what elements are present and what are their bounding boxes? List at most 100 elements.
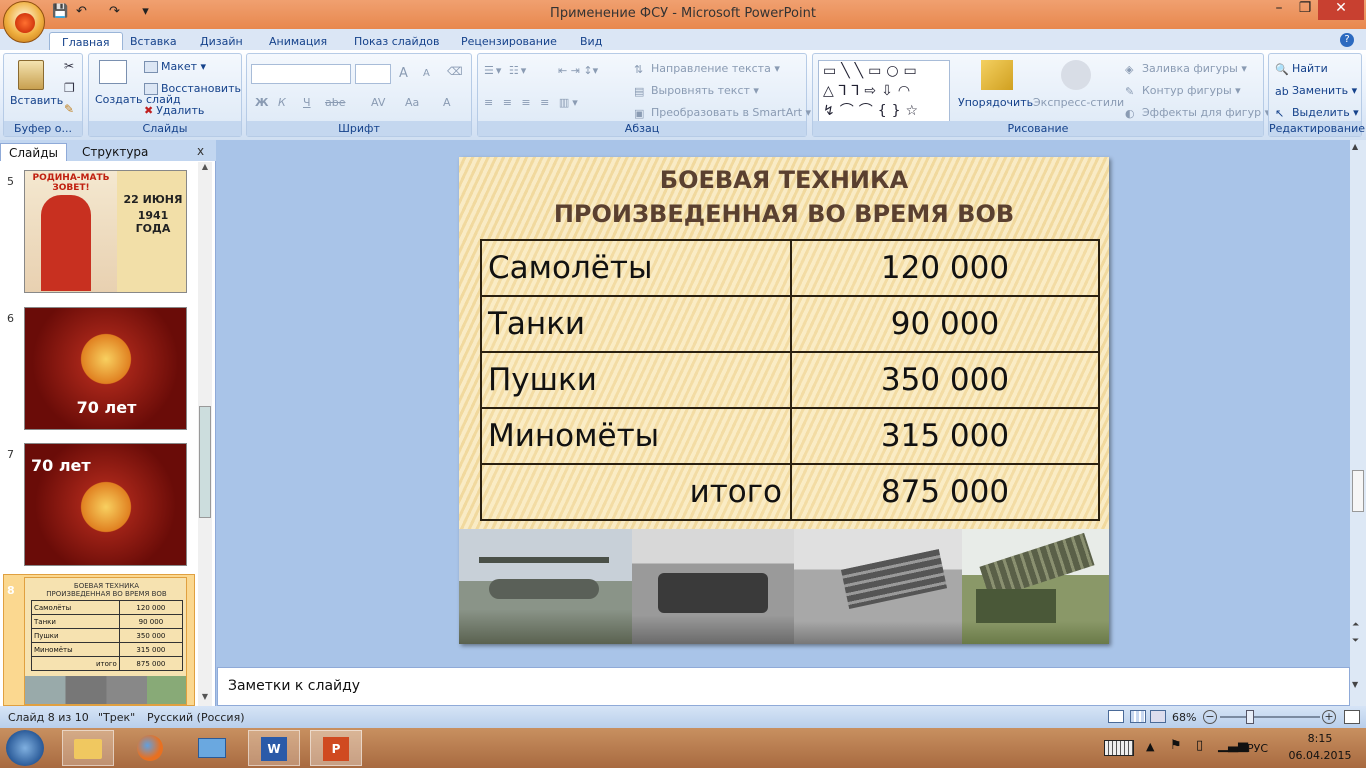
language-tray[interactable]: РУС [1247,742,1268,755]
find-button[interactable]: 🔍 Найти [1275,62,1328,76]
zoom-level[interactable]: 68% [1172,711,1196,724]
shapes-gallery[interactable]: ▭╲╲▭○▭ △⅂⅂⇨⇩◠ ↯⌒⌒{}☆ [818,60,950,122]
redo-icon[interactable]: ↷ [106,4,123,21]
text-direction-button[interactable]: ⇅ Направление текста ▾ [634,62,780,76]
char-spacing-button[interactable]: AV [371,96,385,109]
clock-time[interactable]: 8:15 [1284,732,1356,745]
maximize-button[interactable]: ❐ [1288,0,1322,20]
scroll-thumb[interactable] [199,406,211,518]
slideshow-view-icon[interactable] [1150,710,1166,723]
font-family-select[interactable] [251,64,351,84]
close-pane-icon[interactable]: x [197,144,204,158]
sorter-view-icon[interactable] [1130,710,1146,723]
mail-taskbar-icon[interactable] [186,730,238,766]
tab-insert[interactable]: Вставка [118,32,189,51]
tab-outline[interactable]: Структура [74,143,156,161]
layout-button[interactable]: Макет ▾ [144,60,206,73]
zoom-out-icon[interactable]: − [1203,710,1217,724]
format-painter-icon[interactable]: ✎ [64,102,74,116]
slide-scrollbar[interactable]: ▲ ⏶ ⏷ ▼ [1350,140,1366,706]
cut-icon[interactable]: ✂ [64,59,74,73]
help-icon[interactable]: ? [1340,33,1354,47]
paste-button[interactable]: Вставить [10,94,63,107]
flag-icon[interactable]: ⚑ [1170,738,1182,753]
slide-thumb-7[interactable]: 70 лет [24,443,187,566]
font-size-select[interactable] [355,64,391,84]
change-case-button[interactable]: Aa [405,96,419,109]
clock-date[interactable]: 06.04.2015 [1284,749,1356,762]
shape-outline-button[interactable]: ✎ Контур фигуры ▾ [1125,84,1241,98]
select-button[interactable]: ↖ Выделить ▾ [1275,106,1359,120]
zoom-slider-thumb[interactable] [1246,710,1254,724]
close-button[interactable]: ✕ [1318,0,1364,20]
slide-thumb-8[interactable]: БОЕВАЯ ТЕХНИКА ПРОИЗВЕДЕННАЯ ВО ВРЕМЯ ВО… [24,577,187,705]
bold-button[interactable]: Ж [255,96,268,109]
customize-qat-icon[interactable]: ▾ [137,4,154,21]
firefox-taskbar-icon[interactable] [124,730,176,766]
align-text-button[interactable]: ▤ Выровнять текст ▾ [634,84,759,98]
quick-styles-button[interactable]: Экспресс-стили [1033,96,1124,109]
scroll-up-icon[interactable]: ▲ [199,162,211,174]
indent-icon[interactable]: ⇤ ⇥ ↕▾ [558,64,598,77]
copy-icon[interactable]: ❐ [64,81,75,95]
scroll-thumb[interactable] [1352,470,1364,512]
shape-fill-button[interactable]: ◈ Заливка фигуры ▾ [1125,62,1247,76]
slide-thumb-5[interactable]: РОДИНА-МАТЬ ЗОВЕТ! 22 ИЮНЯ 1941 ГОДА [24,170,187,293]
office-button[interactable] [3,1,45,43]
undo-icon[interactable]: ↶ [73,4,90,21]
shrink-font-icon[interactable]: A [423,68,430,79]
slide-title-line2[interactable]: ПРОИЗВЕДЕННАЯ ВО ВРЕМЯ ВОВ [459,200,1109,228]
new-slide-button[interactable]: Создать слайд [95,94,181,106]
underline-button[interactable]: Ч [303,96,311,109]
tab-slideshow[interactable]: Показ слайдов [342,32,452,51]
notes-pane[interactable]: Заметки к слайду [217,667,1350,706]
scroll-down-icon[interactable]: ▼ [199,692,211,704]
italic-button[interactable]: К [278,96,286,109]
smartart-button[interactable]: ▣ Преобразовать в SmartArt ▾ [634,106,811,120]
tray-expand-icon[interactable]: ▲ [1146,740,1154,753]
strikethrough-button[interactable]: abe [325,96,346,109]
network-icon[interactable]: ▁▃▅ [1218,738,1248,753]
zoom-in-icon[interactable]: + [1322,710,1336,724]
tab-home[interactable]: Главная [49,32,123,51]
scroll-up-icon[interactable]: ▲ [1352,142,1358,151]
slide-title-line1[interactable]: БОЕВАЯ ТЕХНИКА [459,166,1109,194]
prev-slide-icon[interactable]: ⏶ [1352,620,1359,630]
keyboard-icon[interactable] [1104,740,1134,756]
font-color-button[interactable]: A [443,96,451,109]
tab-review[interactable]: Рецензирование [449,32,569,51]
language-indicator[interactable]: Русский (Россия) [147,711,245,724]
clear-format-icon[interactable]: ⌫ [447,65,463,78]
shape-effects-button[interactable]: ◐ Эффекты для фигур ▾ [1125,106,1270,120]
next-slide-icon[interactable]: ⏷ [1352,636,1359,646]
arrange-button[interactable]: Упорядочить [958,96,1033,109]
align-text-icon: ▤ [634,85,645,98]
fit-slide-icon[interactable] [1344,710,1360,724]
start-button[interactable] [6,730,44,766]
theme-name[interactable]: "Трек" [98,711,135,724]
tab-slides[interactable]: Слайды [0,143,67,161]
zoom-slider-track[interactable] [1220,716,1320,718]
powerpoint-taskbar-icon[interactable]: P [310,730,362,766]
replace-button[interactable]: ab Заменить ▾ [1275,84,1357,98]
align-icons[interactable]: ≡ ≡ ≡ ≡ ▥▾ [484,96,581,109]
slide-thumb-6[interactable]: 70 лет [24,307,187,430]
delete-slide-button[interactable]: ✖ Удалить [144,104,204,117]
thumbs-scrollbar[interactable]: ▲ ▼ [198,162,212,706]
scroll-down-icon[interactable]: ▼ [1352,680,1358,689]
reset-button[interactable]: Восстановить [144,82,241,95]
tab-design[interactable]: Дизайн [188,32,255,51]
tab-animation[interactable]: Анимация [257,32,339,51]
normal-view-icon[interactable] [1108,710,1124,723]
thumb-date-1: 22 ИЮНЯ [123,193,183,206]
bullets-icon[interactable]: ☰▾ ☷▾ [484,64,528,77]
explorer-taskbar-icon[interactable] [62,730,114,766]
battery-icon[interactable]: ▯ [1196,738,1203,753]
grow-font-icon[interactable]: A [399,66,408,81]
save-icon[interactable]: 💾 [52,4,69,21]
tab-view[interactable]: Вид [568,32,614,51]
production-table[interactable]: Самолёты 120 000 Танки 90 000 Пушки 350 000… [480,239,1100,521]
tank-body [658,573,768,613]
word-taskbar-icon[interactable]: W [248,730,300,766]
current-slide[interactable]: БОЕВАЯ ТЕХНИКА ПРОИЗВЕДЕННАЯ ВО ВРЕМЯ ВО… [459,157,1109,644]
